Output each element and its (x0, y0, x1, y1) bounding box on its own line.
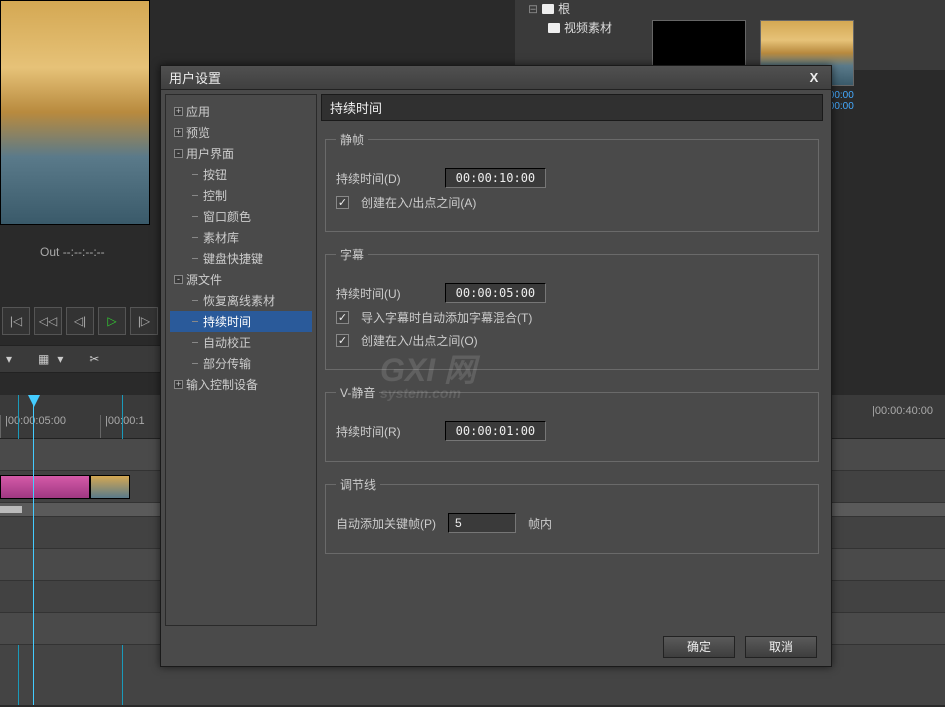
group-subtitle: 字幕 持续时间(U) 00:00:05:00 ✓ 导入字幕时自动添加字幕混合(T… (325, 246, 819, 370)
group-vmute: V-静音 持续时间(R) 00:00:01:00 (325, 384, 819, 462)
playhead-line (33, 395, 34, 705)
out-value: --:--:--:-- (63, 245, 105, 259)
tree-node-window-color[interactable]: 窗口颜色 (170, 206, 312, 227)
tree-node-preview[interactable]: +预览 (170, 122, 312, 143)
collapse-icon[interactable]: - (174, 275, 183, 284)
expand-icon[interactable]: + (174, 128, 183, 137)
sub-automix-checkbox[interactable]: ✓ (336, 311, 349, 324)
bin-tree[interactable]: ⊟ 根 视频素材 (510, 0, 635, 50)
ruler-tick-right: |00:00:40:00 (872, 405, 933, 417)
tree-node-app[interactable]: +应用 (170, 101, 312, 122)
auto-keyframe-field[interactable]: 5 (448, 513, 516, 533)
playhead-marker[interactable] (28, 395, 40, 407)
save-icon[interactable]: ▦ (38, 352, 49, 366)
group-rubberband-legend: 调节线 (336, 476, 380, 493)
close-button[interactable]: X (805, 70, 823, 86)
sub-automix-label: 导入字幕时自动添加字幕混合(T) (361, 309, 532, 326)
edit-toolbar: ▾ ▦ ▾ ✂ (0, 345, 160, 373)
vmute-duration-field[interactable]: 00:00:01:00 (445, 421, 546, 441)
bin-child-label: 视频素材 (564, 19, 612, 36)
out-point-readout: Out --:--:--:-- (0, 245, 160, 265)
expand-icon[interactable]: + (174, 107, 183, 116)
sub-inout-checkbox[interactable]: ✓ (336, 334, 349, 347)
ok-button[interactable]: 确定 (663, 636, 735, 658)
expand-icon[interactable]: + (174, 380, 183, 389)
still-inout-label: 创建在入/出点之间(A) (361, 194, 476, 211)
vmute-duration-label: 持续时间(R) (336, 423, 401, 440)
still-inout-checkbox[interactable]: ✓ (336, 196, 349, 209)
transition-handle[interactable] (0, 506, 22, 513)
auto-keyframe-label: 自动添加关键帧(P) (336, 515, 436, 532)
group-rubberband: 调节线 自动添加关键帧(P) 5 帧内 (325, 476, 819, 554)
step-back-button[interactable]: ◁| (66, 307, 94, 335)
out-label: Out (40, 245, 59, 259)
settings-content: 持续时间 静帧 持续时间(D) 00:00:10:00 ✓ 创建在入/出点之间(… (321, 90, 831, 630)
group-vmute-legend: V-静音 (336, 384, 379, 401)
user-settings-dialog: 用户设置 X +应用 +预览 -用户界面 按钮 控制 窗口颜色 素材库 键盘快捷… (160, 65, 832, 667)
transport-controls: |◁ ◁◁ ◁| ▷ |▷ (0, 305, 160, 337)
clip-magenta[interactable] (0, 475, 90, 499)
folder-icon (542, 4, 554, 14)
step-fwd-button[interactable]: |▷ (130, 307, 158, 335)
bin-root[interactable]: ⊟ 根 (510, 0, 635, 17)
collapse-icon[interactable]: - (174, 149, 183, 158)
sub-inout-label: 创建在入/出点之间(O) (361, 332, 478, 349)
tree-node-hotkeys[interactable]: 键盘快捷键 (170, 248, 312, 269)
dropdown-icon[interactable]: ▾ (6, 352, 12, 366)
still-duration-label: 持续时间(D) (336, 170, 401, 187)
play-button[interactable]: ▷ (98, 307, 126, 335)
still-duration-field[interactable]: 00:00:10:00 (445, 168, 546, 188)
tree-node-restore-offline[interactable]: 恢复离线素材 (170, 290, 312, 311)
auto-keyframe-suffix: 帧内 (528, 515, 552, 532)
settings-tree[interactable]: +应用 +预览 -用户界面 按钮 控制 窗口颜色 素材库 键盘快捷键 -源文件 … (165, 94, 317, 626)
tree-node-partial-transfer[interactable]: 部分传输 (170, 353, 312, 374)
video-preview (0, 0, 150, 225)
tree-node-ui[interactable]: -用户界面 (170, 143, 312, 164)
dialog-footer: 确定 取消 (161, 630, 831, 664)
tree-node-library[interactable]: 素材库 (170, 227, 312, 248)
dialog-titlebar[interactable]: 用户设置 X (161, 66, 831, 90)
sub-duration-field[interactable]: 00:00:05:00 (445, 283, 546, 303)
section-header: 持续时间 (321, 94, 823, 121)
scissors-icon[interactable]: ✂ (89, 352, 99, 366)
dialog-title: 用户设置 (169, 68, 221, 87)
dropdown-icon[interactable]: ▾ (57, 352, 63, 366)
tree-node-duration[interactable]: 持续时间 (170, 311, 312, 332)
clip-image[interactable] (90, 475, 130, 499)
sub-duration-label: 持续时间(U) (336, 285, 401, 302)
group-still: 静帧 持续时间(D) 00:00:10:00 ✓ 创建在入/出点之间(A) (325, 131, 819, 232)
tree-node-input-device[interactable]: +输入控制设备 (170, 374, 312, 395)
bin-child[interactable]: 视频素材 (510, 19, 635, 36)
tree-node-source[interactable]: -源文件 (170, 269, 312, 290)
tree-node-control[interactable]: 控制 (170, 185, 312, 206)
rewind-button[interactable]: ◁◁ (34, 307, 62, 335)
bin-root-label: 根 (558, 0, 570, 17)
cancel-button[interactable]: 取消 (745, 636, 817, 658)
ruler-tick: |00:00:05:00 (0, 415, 100, 438)
tree-node-button[interactable]: 按钮 (170, 164, 312, 185)
tree-node-auto-correct[interactable]: 自动校正 (170, 332, 312, 353)
go-start-button[interactable]: |◁ (2, 307, 30, 335)
group-subtitle-legend: 字幕 (336, 246, 368, 263)
group-still-legend: 静帧 (336, 131, 368, 148)
folder-icon (548, 23, 560, 33)
